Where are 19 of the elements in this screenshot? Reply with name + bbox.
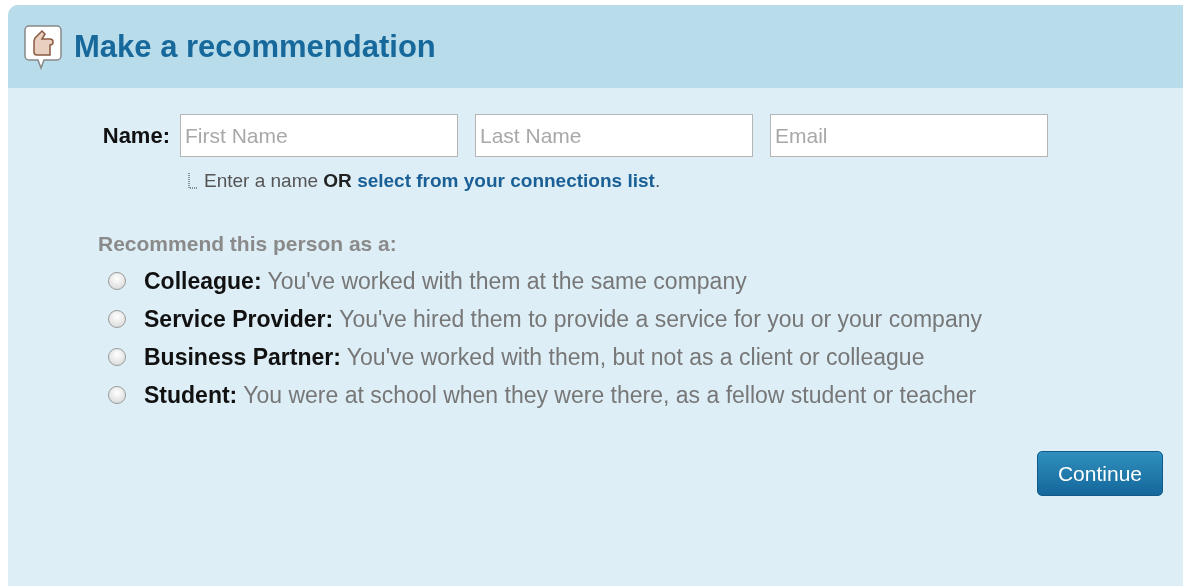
panel-title: Make a recommendation: [74, 27, 436, 66]
option-text: Student: You were at school when they were there, as a fellow student or teacher: [144, 380, 977, 410]
connections-link[interactable]: select from your connections list: [357, 170, 655, 191]
option-text: Service Provider: You've hired them to provide a service for you or your company: [144, 304, 982, 334]
radio-button[interactable]: [108, 347, 126, 366]
hint-text: Enter a name OR select from your connections list.: [204, 169, 661, 193]
text-field[interactable]: Email: [770, 114, 1048, 157]
tree-branch-icon: [188, 173, 198, 190]
option-text: Business Partner: You've worked with them, but not as a client or colleague: [144, 342, 925, 372]
question-text: Recommend this person as a:: [98, 230, 398, 257]
radio-button[interactable]: [108, 309, 126, 328]
option-text: Colleague: You've worked with them at the same company: [144, 267, 747, 296]
name-label: Name:: [101, 122, 171, 150]
text-field[interactable]: Last Name: [475, 114, 753, 157]
radio-button[interactable]: [108, 272, 126, 290]
text-field[interactable]: First Name: [180, 114, 458, 157]
recommendation-icon: [24, 23, 64, 70]
continue-button[interactable]: Continue: [1036, 450, 1163, 497]
radio-button[interactable]: [108, 385, 126, 404]
